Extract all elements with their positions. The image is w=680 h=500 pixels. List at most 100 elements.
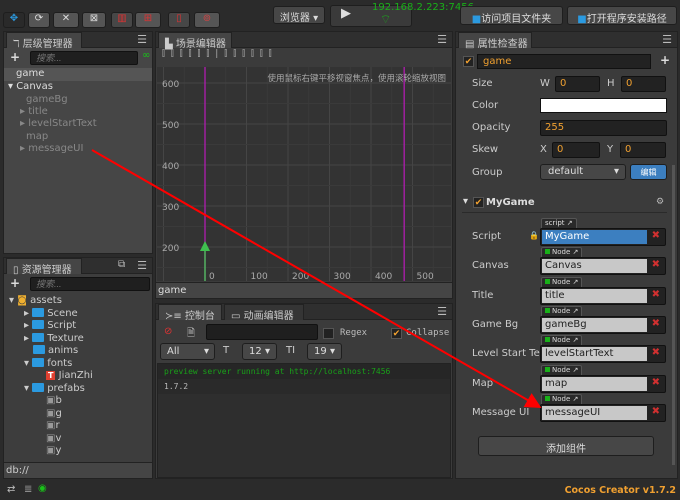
tree-node-map[interactable]: map — [26, 131, 48, 142]
asset-prefab-r[interactable]: ▣r — [46, 420, 60, 431]
scale-tool-button[interactable]: ✕ — [53, 12, 79, 28]
prop-ref-field[interactable]: title ✖ — [540, 286, 666, 305]
clear-ref-icon[interactable]: ✖ — [652, 259, 660, 270]
asset-folder-script[interactable]: ▸ Script — [24, 320, 76, 331]
node-name-input[interactable]: game — [477, 54, 651, 69]
font-size-select[interactable]: 12 ▾ — [242, 343, 277, 360]
snap-button[interactable]: ⊚ — [194, 12, 220, 28]
add-component-button[interactable]: 添加组件 — [478, 436, 654, 456]
gear-icon[interactable]: ⚙ — [656, 197, 664, 207]
asset-folder-anims[interactable]: anims — [33, 345, 78, 356]
popout-icon[interactable]: ⧉ — [118, 259, 125, 270]
menu-icon[interactable]: ☰ — [662, 33, 672, 46]
prop-ref-field[interactable]: Canvas ✖ — [540, 257, 666, 276]
log-entry[interactable]: preview server running at http://localho… — [158, 364, 450, 379]
hierarchy-search-input[interactable] — [30, 51, 138, 65]
add-icon[interactable]: + — [660, 53, 670, 67]
skew-x-input[interactable]: 0 — [552, 142, 600, 158]
asset-folder-fonts[interactable]: ▾ fonts — [24, 358, 72, 369]
rect-tool-button[interactable]: ⊠ — [82, 12, 106, 28]
menu-icon[interactable]: ☰ — [437, 305, 447, 318]
tree-node-gamebg[interactable]: gameBg — [26, 94, 68, 105]
group-select[interactable]: default ▾ — [540, 164, 626, 180]
line-height-select[interactable]: 19 ▾ — [307, 343, 342, 360]
opacity-input[interactable]: 255 — [540, 120, 667, 136]
assets-panel: ▯ 资源管理器 ⧉ ☰ + ▾ ◙ assets ▸ Scene ▸ Scrip… — [3, 257, 153, 479]
prop-ref-field[interactable]: levelStartText ✖ — [540, 345, 666, 364]
component-enabled-checkbox[interactable]: ✔ — [473, 197, 484, 208]
open-log-icon[interactable]: 🗎 — [187, 326, 195, 343]
menu-icon[interactable]: ☰ — [437, 33, 447, 46]
eye-icon[interactable]: ◉ — [38, 483, 47, 494]
node-active-checkbox[interactable]: ✔ — [463, 56, 474, 67]
skew-y-input[interactable]: 0 — [620, 142, 666, 158]
x-tick-label: 500 — [417, 272, 434, 281]
clear-ref-icon[interactable]: ✖ — [652, 230, 660, 241]
tab-scene[interactable]: ▙ 场景编辑器 — [158, 32, 232, 50]
clear-ref-icon[interactable]: ✖ — [652, 318, 660, 329]
prop-ref-field[interactable]: messageUI ✖ — [540, 403, 666, 422]
scene-viewport[interactable]: -1000100200300400500600500400300200 — [157, 67, 451, 281]
tab-hierarchy[interactable]: ℸ 层级管理器 — [6, 32, 82, 50]
move-tool-button[interactable]: ✥ — [3, 12, 25, 28]
assets-search-input[interactable] — [30, 277, 150, 291]
menu-icon[interactable]: ☰ — [137, 33, 147, 46]
align-toolbar[interactable]: ⫿⫿⫿⫿⫿⫿|⫿⫿⫿⫿⫿⫿ — [162, 49, 278, 59]
tab-animation-editor[interactable]: ▭ 动画编辑器 — [224, 304, 304, 322]
prop-label: Game Bg — [472, 318, 519, 330]
clear-icon[interactable]: ⊘ — [164, 326, 172, 337]
font-icon: T — [46, 371, 56, 380]
database-icon[interactable]: ≣ — [24, 484, 32, 495]
open-project-folder-button[interactable]: ■访问项目文件夹 — [460, 6, 563, 25]
local-pivot-button[interactable]: ▥ — [111, 12, 133, 28]
link-icon[interactable]: ∞ — [142, 50, 150, 61]
prop-ref-field[interactable]: map ✖ — [540, 374, 666, 393]
clear-ref-icon[interactable]: ✖ — [652, 377, 660, 388]
clear-ref-icon[interactable]: ✖ — [652, 347, 660, 358]
regex-checkbox[interactable] — [323, 328, 334, 339]
edit-group-button[interactable]: 编辑 — [630, 164, 667, 180]
width-input[interactable]: 0 — [555, 76, 600, 92]
open-install-path-button[interactable]: ■打开程序安装路径 — [567, 6, 677, 25]
browser-select[interactable]: 浏览器 ▾ — [273, 6, 325, 24]
asset-prefab-y[interactable]: ▣y — [46, 445, 61, 456]
prop-ref-field[interactable]: gameBg ✖ — [540, 315, 666, 334]
console-filter-input[interactable] — [206, 324, 318, 340]
asset-root[interactable]: ▾ ◙ assets — [9, 295, 62, 306]
collapse-checkbox[interactable]: ✔ — [391, 328, 402, 339]
asset-folder-texture[interactable]: ▸ Texture — [24, 333, 84, 344]
asset-prefab-g[interactable]: ▣g — [46, 408, 62, 419]
log-level-select[interactable]: All ▾ — [160, 343, 215, 360]
asset-path: db:// — [4, 462, 152, 478]
tree-node-messageui[interactable]: ▸ messageUI — [20, 143, 83, 154]
global-button[interactable]: ⊞ — [135, 12, 161, 28]
log-entry[interactable]: 1.7.2 — [158, 379, 450, 394]
tree-node-game[interactable]: game — [4, 68, 152, 81]
color-swatch[interactable] — [540, 98, 667, 113]
tree-node-levelstarttext[interactable]: ▸ levelStartText — [20, 118, 97, 129]
asset-prefab-b[interactable]: ▣b — [46, 395, 62, 406]
scene-breadcrumb[interactable]: game — [156, 282, 452, 298]
sync-icon[interactable]: ⇄ — [7, 484, 15, 495]
tab-inspector[interactable]: ▤ 属性检查器 — [458, 32, 532, 50]
height-input[interactable]: 0 — [621, 76, 666, 92]
scrollbar[interactable] — [672, 165, 675, 465]
tree-node-title[interactable]: ▸ title — [20, 106, 48, 117]
asset-folder-scene[interactable]: ▸ Scene — [24, 308, 78, 319]
component-header[interactable]: ▾ — [463, 196, 468, 207]
menu-icon[interactable]: ☰ — [137, 259, 147, 272]
add-asset-button[interactable]: + — [10, 276, 20, 290]
rotate-tool-button[interactable]: ⟳ — [28, 12, 50, 28]
w-label: W — [540, 78, 550, 89]
asset-prefab-v[interactable]: ▣v — [46, 433, 61, 444]
2d-view-button[interactable]: ▯ — [168, 12, 190, 28]
tab-assets[interactable]: ▯ 资源管理器 — [6, 258, 82, 276]
tree-node-canvas[interactable]: ▾ Canvas — [8, 81, 53, 92]
asset-folder-prefabs[interactable]: ▾ prefabs — [24, 383, 85, 394]
asset-font-jianzhi[interactable]: T JianZhi — [46, 370, 93, 381]
prop-ref-field[interactable]: MyGame ✖ — [540, 228, 666, 246]
tab-console[interactable]: ≻≡ 控制台 — [158, 304, 222, 322]
clear-ref-icon[interactable]: ✖ — [652, 406, 660, 417]
clear-ref-icon[interactable]: ✖ — [652, 289, 660, 300]
add-node-button[interactable]: + — [10, 50, 20, 64]
